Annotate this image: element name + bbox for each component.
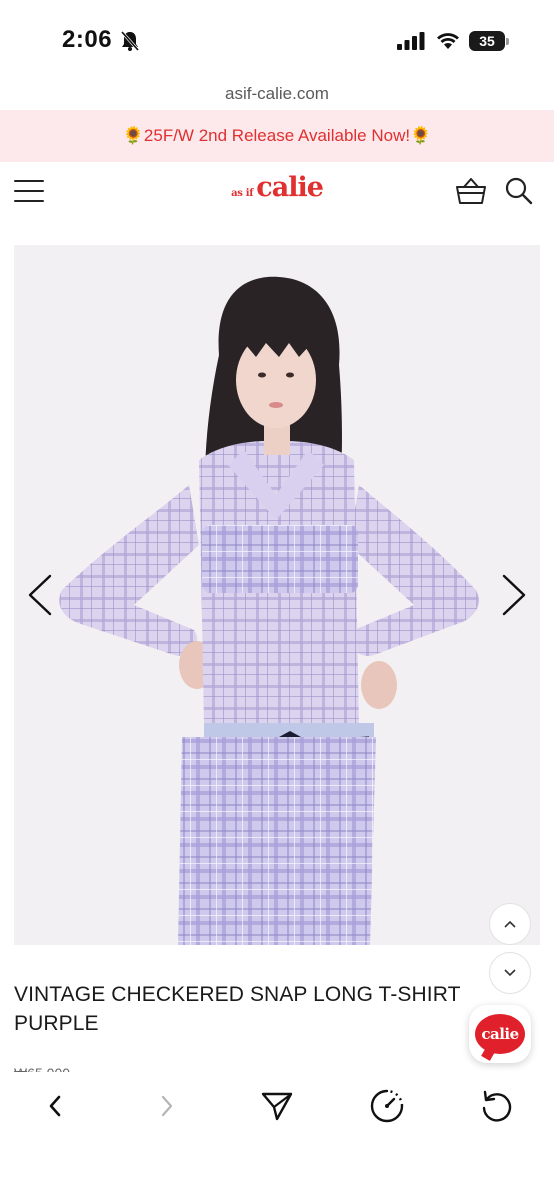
browser-toolbar: [0, 1072, 554, 1200]
chat-label: calie: [481, 1025, 519, 1043]
product-price-wrapper: ₩65,000: [14, 1064, 214, 1072]
chat-bubble-icon: calie: [475, 1014, 525, 1054]
scroll-up-button[interactable]: [489, 903, 531, 945]
scroll-down-button[interactable]: [489, 952, 531, 994]
battery-indicator: 35: [469, 31, 505, 51]
search-icon[interactable]: [504, 176, 534, 206]
logo-small-text: as if: [231, 188, 254, 199]
bell-slash-icon: [120, 31, 140, 51]
shopping-basket-icon[interactable]: [455, 176, 487, 206]
share-icon: [261, 1092, 293, 1121]
share-button[interactable]: [255, 1086, 299, 1126]
speed-dial-button[interactable]: [365, 1086, 409, 1126]
forward-button[interactable]: [145, 1086, 189, 1126]
cellular-signal-icon: [397, 32, 425, 50]
speed-dial-icon: [370, 1089, 404, 1123]
forward-arrow-icon: [161, 1095, 173, 1117]
announcement-text: 🌻25F/W 2nd Release Available Now!🌻: [122, 126, 432, 145]
carousel-next-icon[interactable]: [492, 570, 532, 620]
product-title: VINTAGE CHECKERED SNAP LONG T-SHIRT PURP…: [14, 983, 461, 1035]
wifi-icon: [437, 33, 459, 49]
reload-button[interactable]: [475, 1086, 519, 1126]
announcement-banner[interactable]: 🌻25F/W 2nd Release Available Now!🌻: [0, 110, 554, 162]
product-photo-illustration: [14, 245, 540, 945]
battery-cap: [506, 38, 509, 45]
chat-button[interactable]: calie: [469, 1005, 531, 1063]
back-arrow-icon: [49, 1095, 61, 1117]
site-header: as if calie: [0, 162, 554, 228]
status-time: 2:06: [62, 26, 113, 53]
chevron-up-icon: [504, 920, 516, 928]
product-image[interactable]: [14, 245, 540, 945]
logo-main-text: calie: [256, 172, 324, 203]
product-price: ₩65,000: [14, 1064, 214, 1072]
carousel-prev-icon[interactable]: [22, 570, 62, 620]
reload-icon: [482, 1090, 512, 1122]
back-button[interactable]: [33, 1086, 77, 1126]
chevron-down-icon: [504, 969, 516, 977]
address-bar-url[interactable]: asif-calie.com: [0, 84, 554, 104]
status-bar: 2:06 35: [0, 0, 554, 80]
